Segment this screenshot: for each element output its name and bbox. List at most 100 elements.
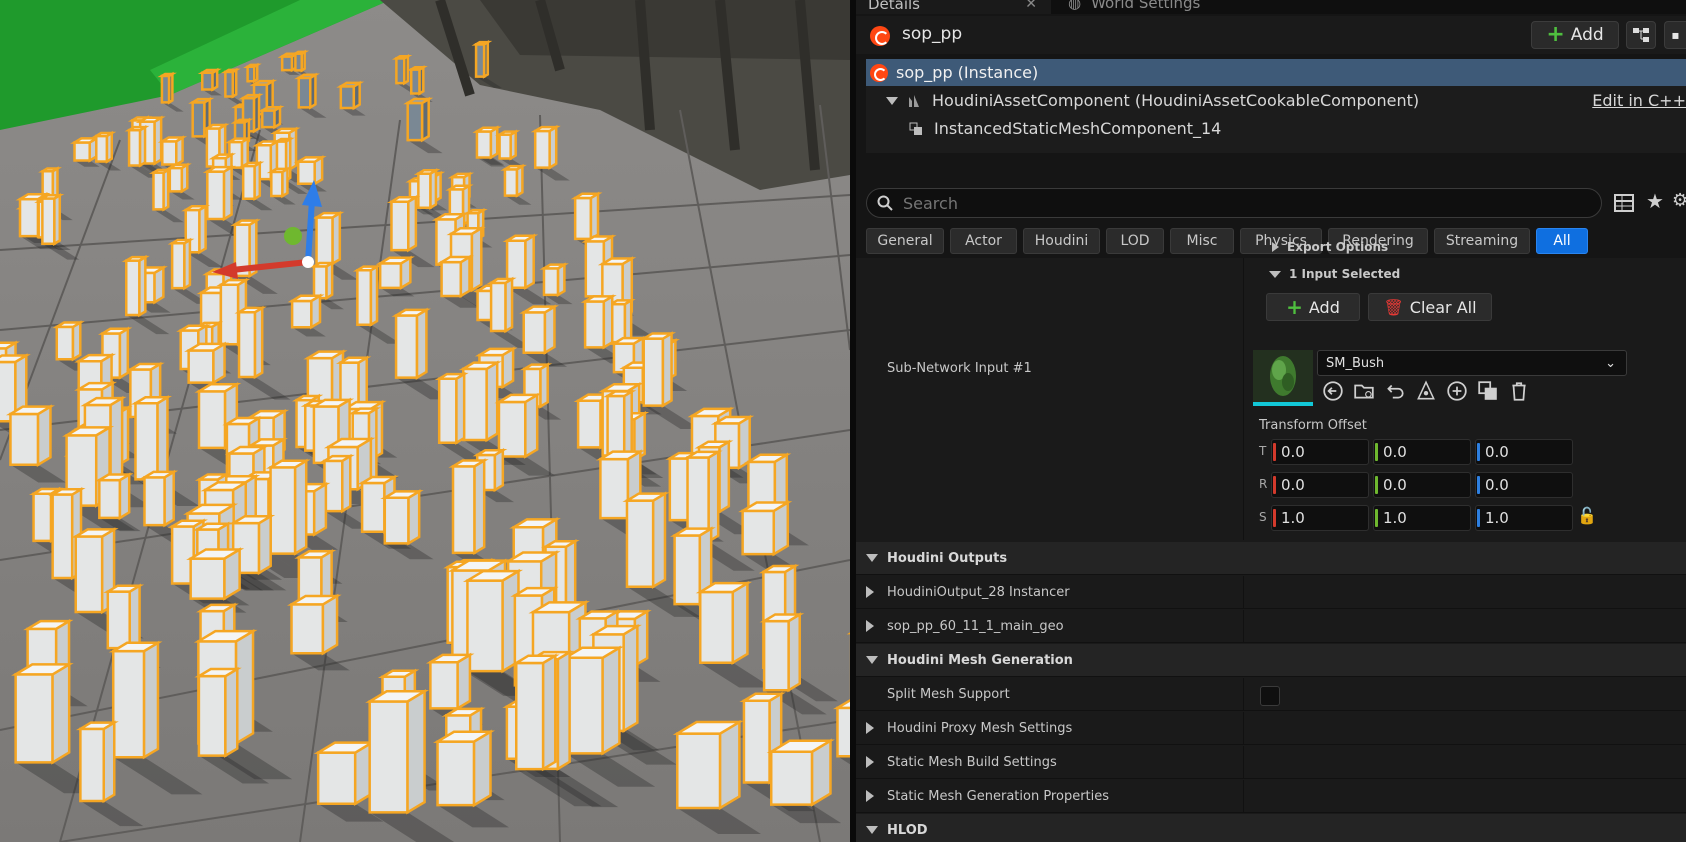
instance-box[interactable] xyxy=(564,656,604,755)
search-input[interactable] xyxy=(903,193,1543,213)
instance-box[interactable] xyxy=(573,196,593,241)
instance-box[interactable] xyxy=(576,399,602,449)
reset-arrow-icon[interactable] xyxy=(1384,380,1406,402)
instance-box[interactable] xyxy=(200,71,214,91)
instance-box[interactable] xyxy=(161,140,178,166)
instance-box[interactable] xyxy=(187,349,215,384)
row-static-mesh-build-settings[interactable]: Static Mesh Build Settings xyxy=(856,746,1686,779)
delete-icon[interactable] xyxy=(1508,380,1530,402)
chevron-down-icon[interactable] xyxy=(886,96,898,105)
instance-box[interactable] xyxy=(111,649,146,759)
instance-box[interactable] xyxy=(741,509,776,556)
browse-back-icon[interactable] xyxy=(1322,380,1344,402)
tree-item-instance[interactable]: sop_pp (Instance) xyxy=(866,59,1686,86)
instance-box[interactable] xyxy=(290,299,313,329)
instance-box[interactable] xyxy=(676,732,722,810)
translate-z-field[interactable]: 0.0 xyxy=(1475,439,1573,465)
instance-box[interactable] xyxy=(55,325,75,361)
instance-box[interactable] xyxy=(514,661,545,771)
row-houdini-output-instancer[interactable]: HoudiniOutput_28 Instancer xyxy=(856,576,1686,609)
instance-box[interactable] xyxy=(390,200,410,252)
add-input-button[interactable]: + Add xyxy=(1266,293,1360,321)
instance-box[interactable] xyxy=(170,242,186,290)
instance-box[interactable] xyxy=(74,535,104,614)
instance-box[interactable] xyxy=(769,750,814,806)
row-static-mesh-generation-properties[interactable]: Static Mesh Generation Properties xyxy=(856,780,1686,813)
instance-box[interactable] xyxy=(98,478,122,520)
instance-box[interactable] xyxy=(316,751,357,806)
filter-all[interactable]: All xyxy=(1536,228,1588,254)
instance-box[interactable] xyxy=(143,476,166,527)
instance-box[interactable] xyxy=(41,197,56,245)
filter-general[interactable]: General xyxy=(866,228,944,254)
filter-lod[interactable]: LOD xyxy=(1106,228,1164,254)
rotate-y-field[interactable]: 0.0 xyxy=(1373,472,1471,498)
level-viewport[interactable] xyxy=(0,0,850,842)
instance-box[interactable] xyxy=(489,281,507,333)
instance-box[interactable] xyxy=(836,706,850,758)
scale-y-field[interactable]: 1.0 xyxy=(1373,505,1471,531)
instance-box[interactable] xyxy=(673,534,702,606)
instance-box[interactable] xyxy=(199,291,223,326)
instance-box[interactable] xyxy=(378,262,403,290)
scale-z-field[interactable]: 1.0 xyxy=(1475,505,1573,531)
instance-box[interactable] xyxy=(497,400,527,458)
instance-box[interactable] xyxy=(437,377,458,444)
instance-box[interactable] xyxy=(127,128,142,167)
instance-box[interactable] xyxy=(583,300,606,349)
instance-box[interactable] xyxy=(440,260,463,298)
instance-box[interactable] xyxy=(296,160,316,186)
unlock-icon[interactable]: 🔓 xyxy=(1577,506,1597,525)
translate-x-field[interactable]: 0.0 xyxy=(1271,439,1369,465)
instance-box[interactable] xyxy=(698,590,735,664)
filter-streaming[interactable]: Streaming xyxy=(1434,228,1530,254)
tab-details[interactable]: Details ✕ xyxy=(856,0,1051,14)
instance-box[interactable] xyxy=(533,129,551,169)
filter-misc[interactable]: Misc xyxy=(1170,228,1234,254)
instance-box[interactable] xyxy=(461,367,488,442)
instance-box[interactable] xyxy=(406,101,424,142)
asset-picker-dropdown[interactable]: SM_Bush ⌄ xyxy=(1317,350,1627,376)
instance-box[interactable] xyxy=(79,727,106,803)
filter-actor[interactable]: Actor xyxy=(950,228,1017,254)
instance-box[interactable] xyxy=(339,85,356,110)
instance-box[interactable] xyxy=(270,170,284,198)
search-field[interactable] xyxy=(866,188,1602,218)
instance-box[interactable] xyxy=(9,412,40,467)
instance-box[interactable] xyxy=(106,590,131,650)
instance-box[interactable] xyxy=(73,141,91,162)
section-hlod[interactable]: HLOD xyxy=(856,814,1686,842)
instance-box[interactable] xyxy=(503,168,519,197)
browse-folder-icon[interactable] xyxy=(1353,380,1375,402)
instance-box[interactable] xyxy=(383,496,410,545)
row-main-geo-output[interactable]: sop_pp_60_11_1_main_geo xyxy=(856,610,1686,643)
add-circle-icon[interactable] xyxy=(1446,380,1468,402)
instance-box[interactable] xyxy=(542,267,560,297)
instance-box[interactable] xyxy=(290,603,325,655)
instance-box[interactable] xyxy=(197,674,227,757)
instance-box[interactable] xyxy=(436,740,476,807)
instance-box[interactable] xyxy=(599,457,630,520)
section-houdini-mesh-generation[interactable]: Houdini Mesh Generation xyxy=(856,644,1686,677)
actor-name[interactable]: sop_pp xyxy=(902,24,962,44)
translate-y-field[interactable]: 0.0 xyxy=(1373,439,1471,465)
instance-box[interactable] xyxy=(241,164,256,201)
instance-box[interactable] xyxy=(14,673,54,764)
lock-button[interactable]: ▪ xyxy=(1664,21,1686,49)
instance-box[interactable] xyxy=(417,172,432,209)
favorites-star-icon[interactable]: ★ xyxy=(1646,189,1666,213)
instance-box[interactable] xyxy=(451,465,476,555)
instance-box[interactable] xyxy=(18,197,40,238)
scale-x-field[interactable]: 1.0 xyxy=(1271,505,1369,531)
instance-box[interactable] xyxy=(51,493,74,580)
instance-box[interactable] xyxy=(168,166,184,193)
snap-pivot-icon[interactable] xyxy=(1415,380,1437,402)
export-options-header[interactable]: Export Options xyxy=(1272,240,1388,254)
instance-box[interactable] xyxy=(261,109,276,129)
split-mesh-checkbox[interactable] xyxy=(1260,686,1280,706)
instance-box[interactable] xyxy=(95,134,109,163)
asset-thumbnail[interactable] xyxy=(1253,350,1313,406)
instance-box[interactable] xyxy=(152,171,165,211)
tree-item-houdini-component[interactable]: HoudiniAssetComponent (HoudiniAssetCooka… xyxy=(866,87,1686,114)
instance-box[interactable] xyxy=(134,402,159,481)
